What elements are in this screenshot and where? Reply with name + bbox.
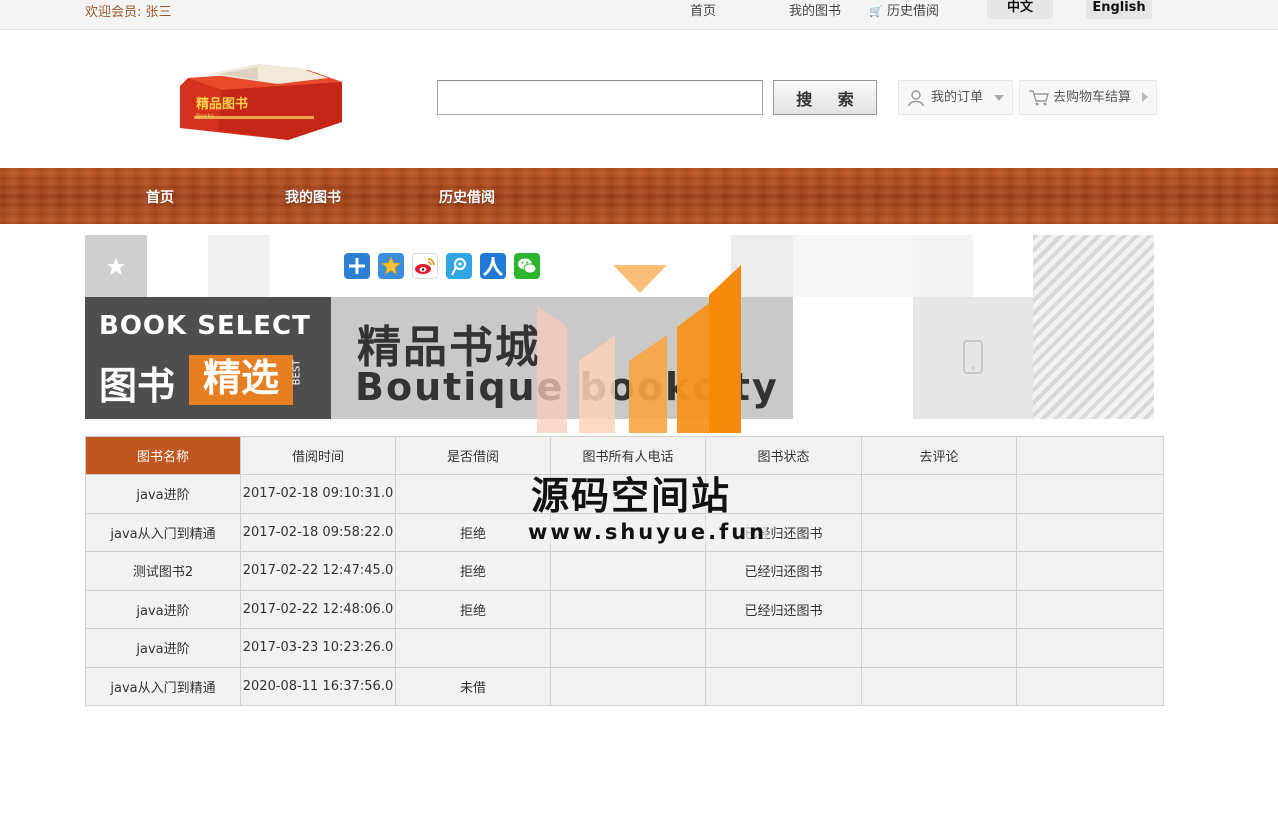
shopping-cart-icon bbox=[1029, 90, 1049, 106]
cell-comment[interactable] bbox=[861, 666, 1017, 706]
column-header-comment[interactable]: 去评论 bbox=[861, 436, 1017, 475]
table-row: java从入门到精通 2020-08-11 16:37:56.0 未借 bbox=[85, 666, 1164, 706]
cart-checkout-label: 去购物车结算 bbox=[1053, 90, 1132, 105]
svg-text:Books: Books bbox=[196, 113, 214, 120]
banner-tile bbox=[793, 235, 913, 297]
banner-stripe-tile bbox=[1033, 235, 1154, 419]
cell-borrow-time: 2017-02-18 09:10:31.0 bbox=[240, 474, 396, 514]
user-icon bbox=[908, 90, 924, 107]
plus-icon[interactable] bbox=[344, 253, 370, 279]
cell-book-name: java从入门到精通 bbox=[85, 666, 241, 706]
cell-book-status: 已经归还图书 bbox=[705, 551, 862, 591]
book-select-title: BOOK SELECT bbox=[99, 311, 311, 341]
cell-comment[interactable] bbox=[861, 512, 1017, 552]
top-link-my-books[interactable]: 我的图书 bbox=[789, 0, 841, 19]
cell-book-status bbox=[705, 666, 862, 706]
cell-empty bbox=[1016, 628, 1164, 668]
main-nav: 首页 我的图书 历史借阅 bbox=[0, 168, 1278, 224]
cell-borrow-time: 2020-08-11 16:37:56.0 bbox=[240, 666, 396, 706]
cell-owner-phone bbox=[550, 666, 706, 706]
watermark-logo-icon bbox=[537, 265, 741, 433]
search-button[interactable]: 搜 索 bbox=[773, 80, 877, 115]
star-icon bbox=[107, 258, 125, 275]
cell-borrow-status: 拒绝 bbox=[395, 589, 551, 629]
cell-owner-phone bbox=[550, 589, 706, 629]
cell-book-name: java进阶 bbox=[85, 589, 241, 629]
welcome-text: 欢迎会员: 张三 bbox=[85, 5, 172, 20]
cell-empty bbox=[1016, 474, 1164, 514]
table-row: 测试图书2 2017-02-22 12:47:45.0 拒绝 已经归还图书 bbox=[85, 551, 1164, 591]
my-orders-label: 我的订单 bbox=[931, 90, 984, 105]
banner-tile bbox=[208, 235, 270, 297]
nav-item-history[interactable]: 历史借阅 bbox=[439, 187, 495, 207]
cell-borrow-time: 2017-02-22 12:48:06.0 bbox=[240, 589, 396, 629]
top-link-home[interactable]: 首页 bbox=[690, 0, 716, 19]
cell-book-name: java进阶 bbox=[85, 474, 241, 514]
cell-empty bbox=[1016, 666, 1164, 706]
cell-owner-phone bbox=[550, 551, 706, 591]
cell-book-name: java进阶 bbox=[85, 628, 241, 668]
top-bar: 欢迎会员: 张三 首页 我的图书 🛒 历史借阅 中文 English bbox=[0, 0, 1278, 30]
mobile-phone-icon bbox=[963, 340, 983, 374]
cell-comment[interactable] bbox=[861, 628, 1017, 668]
cart-checkout-button[interactable]: 去购物车结算 bbox=[1019, 80, 1157, 115]
tencent-weibo-icon[interactable] bbox=[446, 253, 472, 279]
banner-tile bbox=[913, 297, 1033, 419]
weibo-icon[interactable] bbox=[412, 253, 438, 279]
book-select-cn-1: 图书 bbox=[99, 364, 176, 408]
table-row: java进阶 2017-03-23 10:23:26.0 bbox=[85, 628, 1164, 668]
column-header-borrow-time[interactable]: 借阅时间 bbox=[240, 436, 396, 475]
cell-empty bbox=[1016, 589, 1164, 629]
chevron-down-icon bbox=[994, 95, 1004, 101]
cell-comment[interactable] bbox=[861, 551, 1017, 591]
column-header-borrow-status[interactable]: 是否借阅 bbox=[395, 436, 551, 475]
cell-borrow-time: 2017-02-18 09:58:22.0 bbox=[240, 512, 396, 552]
cell-comment[interactable] bbox=[861, 589, 1017, 629]
site-logo[interactable]: 精品图书 Books bbox=[178, 60, 344, 144]
book-select-cn-2: 精选 bbox=[189, 355, 293, 405]
lang-chinese-button[interactable]: 中文 bbox=[987, 0, 1053, 19]
cell-borrow-time: 2017-03-23 10:23:26.0 bbox=[240, 628, 396, 668]
cell-owner-phone bbox=[550, 628, 706, 668]
nav-item-my-books[interactable]: 我的图书 bbox=[285, 187, 341, 207]
nav-item-home[interactable]: 首页 bbox=[146, 187, 174, 207]
top-link-history[interactable]: 🛒 历史借阅 bbox=[869, 0, 939, 19]
cell-book-status: 已经归还图书 bbox=[705, 589, 862, 629]
renren-icon[interactable] bbox=[480, 253, 506, 279]
lang-english-button[interactable]: English bbox=[1086, 0, 1152, 19]
cell-borrow-status: 未借 bbox=[395, 666, 551, 706]
cell-borrow-status bbox=[395, 628, 551, 668]
cell-borrow-status: 拒绝 bbox=[395, 551, 551, 591]
svg-text:精品图书: 精品图书 bbox=[196, 96, 248, 112]
top-link-history-label: 历史借阅 bbox=[887, 4, 940, 19]
cell-book-name: 测试图书2 bbox=[85, 551, 241, 591]
my-orders-button[interactable]: 我的订单 bbox=[898, 80, 1013, 115]
banner-tile bbox=[913, 235, 973, 297]
search-input[interactable] bbox=[437, 80, 763, 115]
cell-borrow-time: 2017-02-22 12:47:45.0 bbox=[240, 551, 396, 591]
cell-book-name: java从入门到精通 bbox=[85, 512, 241, 552]
cell-book-status bbox=[705, 628, 862, 668]
star-favorite-icon[interactable] bbox=[378, 253, 404, 279]
cell-empty bbox=[1016, 551, 1164, 591]
watermark-title: 源码空间站 bbox=[531, 474, 732, 518]
logo-book-icon: 精品图书 Books bbox=[180, 64, 342, 140]
best-badge: BEST bbox=[291, 359, 303, 386]
cell-borrow-status bbox=[395, 474, 551, 514]
banner-tile bbox=[85, 235, 147, 297]
column-header-book-name[interactable]: 图书名称 bbox=[85, 436, 241, 475]
cell-empty bbox=[1016, 512, 1164, 552]
chevron-right-icon bbox=[1142, 92, 1148, 102]
cart-icon: 🛒 bbox=[869, 5, 883, 18]
column-header-empty bbox=[1016, 436, 1164, 475]
page: 欢迎会员: 张三 首页 我的图书 🛒 历史借阅 中文 English 精品图书 B… bbox=[0, 0, 1278, 815]
book-select-panel[interactable]: BOOK SELECT 图书 精选 BEST bbox=[85, 297, 331, 419]
watermark-url: www.shuyue.fun bbox=[528, 520, 768, 544]
table-row: java进阶 2017-02-22 12:48:06.0 拒绝 已经归还图书 bbox=[85, 589, 1164, 629]
cell-comment[interactable] bbox=[861, 474, 1017, 514]
